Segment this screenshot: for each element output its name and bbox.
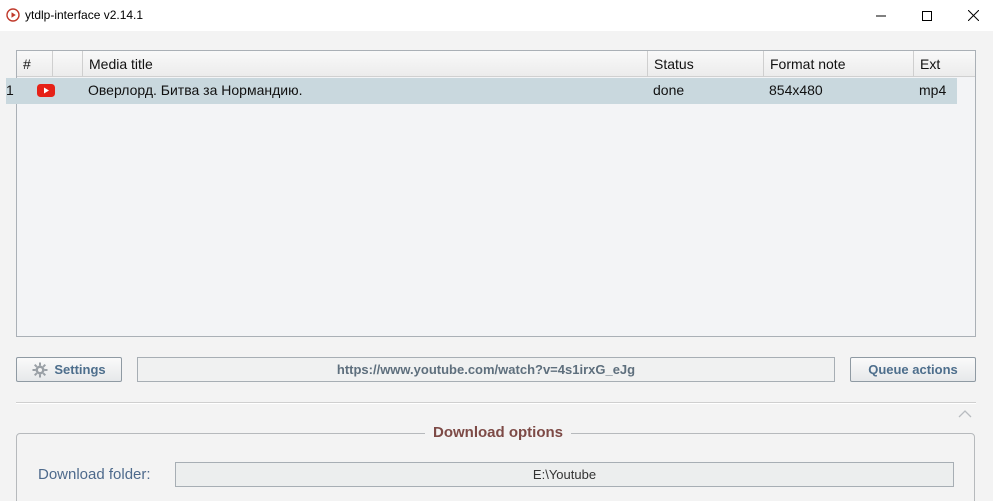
settings-button[interactable]: Settings — [16, 357, 122, 382]
chevron-up-icon[interactable] — [958, 409, 972, 418]
gear-icon — [32, 362, 48, 377]
media-status: done — [653, 82, 685, 98]
section-divider — [16, 402, 976, 404]
url-input[interactable]: https://www.youtube.com/watch?v=4s1irxG_… — [137, 357, 835, 382]
close-icon — [967, 10, 979, 21]
column-header-status[interactable]: Status — [648, 51, 764, 77]
column-header-media-title[interactable]: Media title — [83, 51, 648, 77]
minimize-button[interactable] — [858, 0, 904, 31]
column-header-format-note[interactable]: Format note — [764, 51, 914, 77]
queue-actions-button[interactable]: Queue actions — [850, 357, 976, 382]
maximize-icon — [922, 10, 932, 21]
table-row[interactable]: 1 Оверлорд. Битва за Нормандию. done 854… — [6, 78, 957, 104]
media-title: Оверлорд. Битва за Нормандию. — [88, 82, 303, 98]
window-title: ytdlp-interface v2.14.1 — [25, 8, 144, 22]
close-button[interactable] — [950, 0, 993, 31]
settings-label: Settings — [54, 362, 106, 377]
media-ext: mp4 — [919, 82, 947, 98]
youtube-icon — [37, 84, 55, 97]
media-format-note: 854x480 — [769, 82, 823, 98]
queue-actions-label: Queue actions — [868, 362, 958, 377]
column-header-icon[interactable] — [53, 51, 83, 77]
title-bar: ytdlp-interface v2.14.1 — [0, 0, 993, 31]
column-header-ext[interactable]: Ext — [914, 51, 975, 77]
minimize-icon — [876, 15, 886, 16]
row-number: 1 — [6, 82, 14, 98]
play-circle-icon — [6, 8, 20, 22]
column-header-number[interactable]: # — [17, 51, 53, 77]
table-header: # Media title Status Format note Ext — [17, 51, 975, 77]
download-folder-field[interactable]: E:\Youtube — [175, 462, 954, 487]
download-options-title: Download options — [425, 424, 571, 441]
download-folder-label: Download folder: — [38, 466, 151, 483]
maximize-button[interactable] — [904, 0, 950, 31]
